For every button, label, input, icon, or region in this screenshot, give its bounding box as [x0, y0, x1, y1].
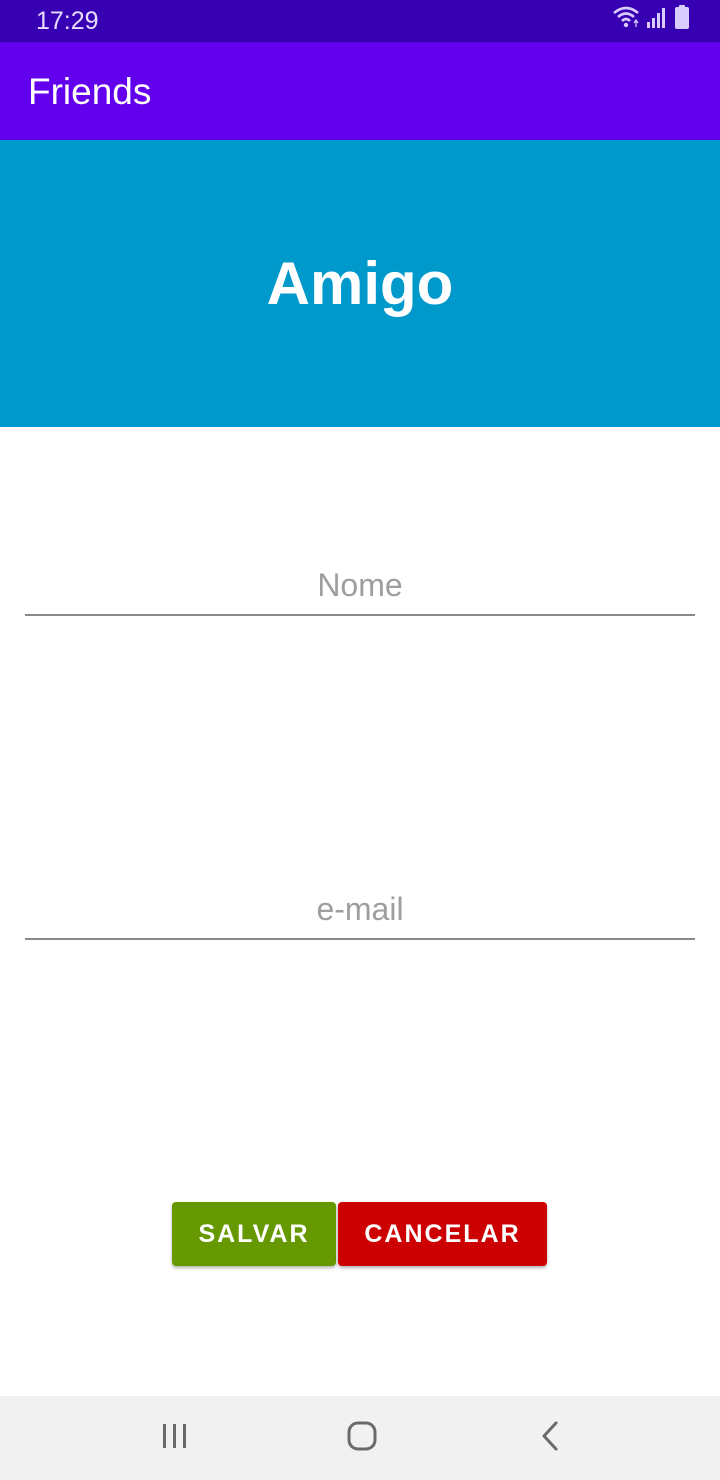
- home-icon: [346, 1420, 378, 1457]
- save-button[interactable]: SALVAR: [172, 1202, 336, 1266]
- status-time: 17:29: [36, 7, 99, 35]
- back-icon: [538, 1420, 562, 1457]
- status-icons: [612, 5, 690, 34]
- status-bar: 17:29: [0, 0, 720, 42]
- battery-icon: [674, 5, 690, 34]
- recents-button[interactable]: [145, 1414, 205, 1462]
- home-button[interactable]: [332, 1414, 392, 1462]
- wifi-icon: [612, 5, 640, 34]
- app-screen: 17:29 Friends Amigo Nome e-mail SALVAR C…: [0, 0, 720, 1480]
- navigation-bar: [0, 1396, 720, 1480]
- header-banner: Amigo: [0, 140, 720, 427]
- page-title: Amigo: [266, 249, 454, 317]
- signal-icon: [646, 7, 668, 34]
- name-input[interactable]: [25, 556, 695, 616]
- cancel-button[interactable]: CANCELAR: [338, 1202, 547, 1266]
- app-bar: Friends: [0, 42, 720, 140]
- email-input[interactable]: [25, 880, 695, 940]
- app-title: Friends: [28, 71, 152, 112]
- back-button[interactable]: [520, 1414, 580, 1462]
- recents-icon: [160, 1422, 190, 1455]
